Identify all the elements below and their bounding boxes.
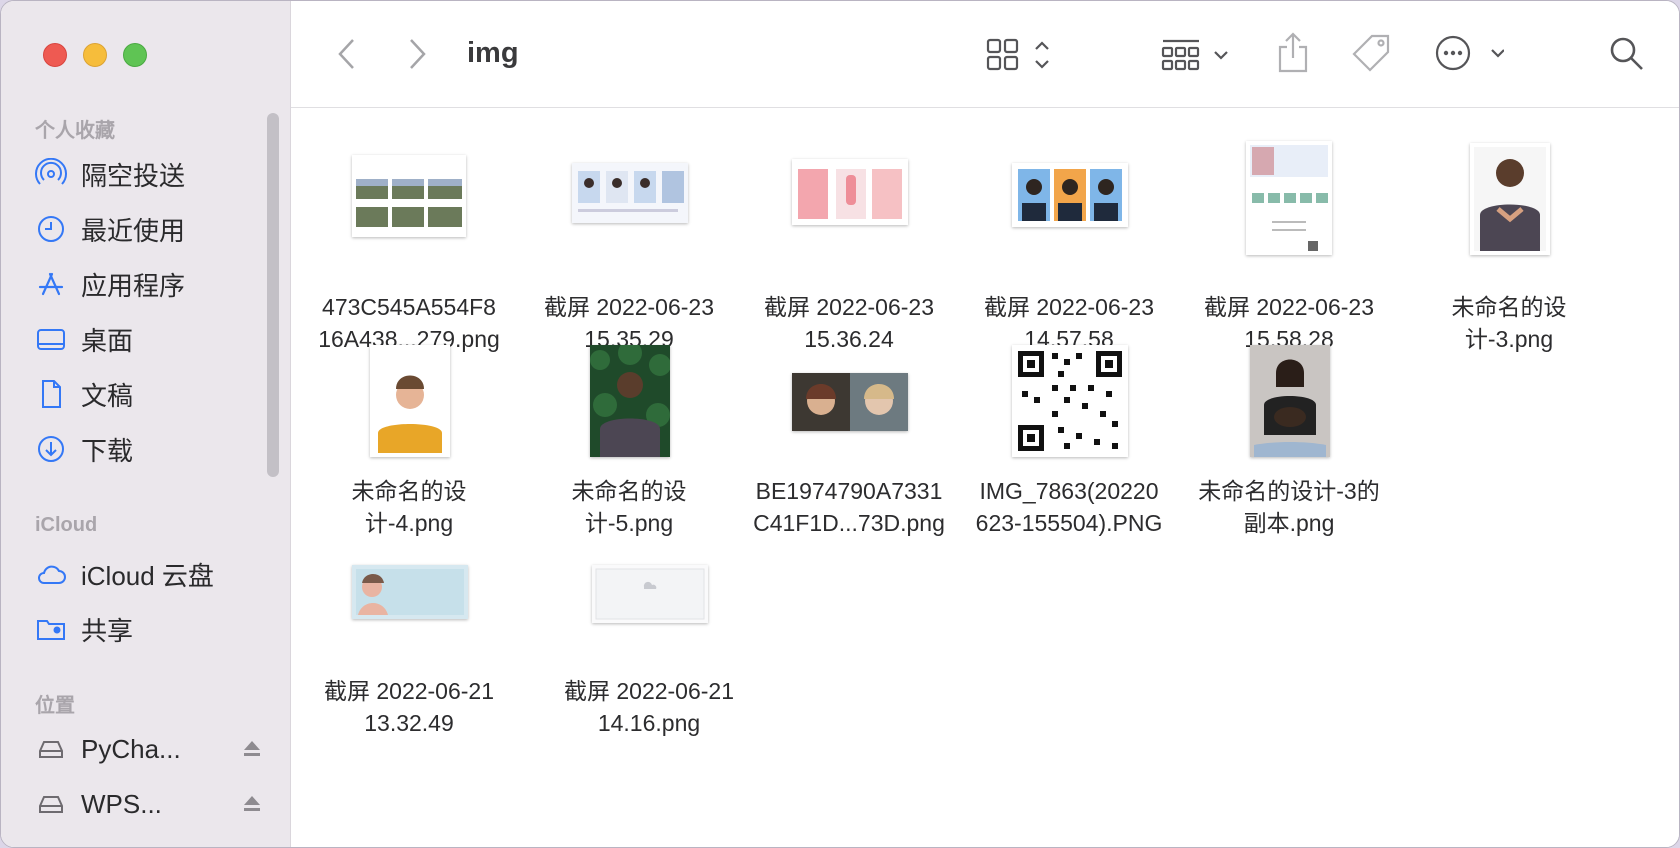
tag-icon xyxy=(1352,34,1390,72)
airdrop-icon xyxy=(35,158,67,185)
file-item[interactable]: 截屏 2022-06-23 15.35.29 xyxy=(524,141,734,352)
file-item[interactable]: 未命名的设 计-4.png xyxy=(304,345,514,545)
document-icon xyxy=(42,380,61,408)
sidebar-item-downloads[interactable]: 下载 xyxy=(35,426,265,472)
image-thumbnail xyxy=(352,155,466,237)
sidebar-item-icloud-drive[interactable]: iCloud 云盘 xyxy=(35,551,265,597)
search-icon xyxy=(1610,37,1643,70)
file-item[interactable]: 未命名的设 计-5.png xyxy=(524,345,734,545)
applications-icon xyxy=(38,272,64,296)
back-button[interactable] xyxy=(335,37,359,71)
file-item[interactable]: 截屏 2022-06-23 15.58.28 xyxy=(1184,141,1394,352)
sidebar-item-label: 共享 xyxy=(81,615,134,646)
file-item[interactable]: 未命名的设 计-3.png xyxy=(1404,141,1614,352)
image-thumbnail xyxy=(1470,143,1550,255)
drive-icon xyxy=(39,741,63,758)
sidebar-item-recents[interactable]: 最近使用 xyxy=(35,206,265,252)
share-button[interactable] xyxy=(1276,31,1310,73)
file-name: 截屏 2022-06-21 14.16.png xyxy=(563,678,735,736)
sidebar-item-label: WPS... xyxy=(81,788,162,819)
file-name: BE1974790A7331 C41F1D...73D.png xyxy=(753,478,945,536)
clock-icon xyxy=(38,216,64,242)
image-thumbnail xyxy=(590,345,670,457)
search-button[interactable] xyxy=(1609,36,1645,72)
sidebar-item-applications[interactable]: 应用程序 xyxy=(35,261,265,307)
desktop-icon xyxy=(37,329,65,350)
sidebar-item-desktop[interactable]: 桌面 xyxy=(35,316,265,362)
image-thumbnail xyxy=(1012,163,1128,227)
sidebar-item-label: 应用程序 xyxy=(81,270,186,301)
folder-title: img xyxy=(467,37,519,69)
sidebar: 个人收藏 隔空投送 最近使用 应用程序 桌面 文稿 下载 iCloud iClo… xyxy=(1,1,291,847)
file-name: 未命名的设 计-3.png xyxy=(1451,294,1567,352)
sidebar-section-icloud: iCloud xyxy=(35,514,98,536)
more-actions-button[interactable] xyxy=(1434,34,1504,72)
chevron-right-icon xyxy=(410,39,426,69)
sidebar-section-favorites: 个人收藏 xyxy=(35,120,115,142)
image-thumbnail xyxy=(1246,141,1332,255)
file-name: 未命名的设计-3的 副本.png xyxy=(1198,478,1380,536)
download-icon xyxy=(38,436,64,462)
toolbar: img xyxy=(291,1,1679,108)
sidebar-item-airdrop[interactable]: 隔空投送 xyxy=(35,151,265,197)
file-item[interactable]: 未命名的设计-3的 副本.png xyxy=(1184,345,1394,545)
file-item[interactable]: 截屏 2022-06-21 13.32.49 xyxy=(304,559,514,759)
image-thumbnail xyxy=(352,565,468,619)
sidebar-item-documents[interactable]: 文稿 xyxy=(35,371,265,417)
eject-icon[interactable] xyxy=(239,791,265,817)
group-by-button[interactable] xyxy=(1161,37,1241,73)
group-view-icon xyxy=(1161,39,1228,71)
chevron-left-icon xyxy=(338,39,354,69)
image-thumbnail xyxy=(792,373,908,431)
window-controls xyxy=(43,43,147,67)
minimize-window-button[interactable] xyxy=(83,43,107,67)
file-grid: 473C545A554F8 16A438...279.png 截屏 2022-0… xyxy=(291,109,1679,847)
file-item[interactable]: 截屏 2022-06-21 14.16.png xyxy=(544,559,754,759)
sidebar-item-label: 桌面 xyxy=(81,325,134,356)
image-thumbnail xyxy=(592,565,708,623)
image-thumbnail xyxy=(1250,345,1330,457)
tag-button[interactable] xyxy=(1351,34,1393,72)
sidebar-item-label: 文稿 xyxy=(81,380,134,411)
close-window-button[interactable] xyxy=(43,43,67,67)
icon-view-icon xyxy=(986,38,1049,71)
sidebar-item-wps-volume[interactable]: WPS... xyxy=(35,781,265,827)
sidebar-item-label: 最近使用 xyxy=(81,215,186,246)
sidebar-scrollbar[interactable] xyxy=(267,113,279,477)
file-name: 未命名的设 计-5.png xyxy=(571,478,687,536)
share-icon xyxy=(1278,32,1308,73)
file-item[interactable]: IMG_7863(20220 623-155504).PNG xyxy=(964,345,1174,545)
ellipsis-circle-icon xyxy=(1435,35,1504,71)
cloud-icon xyxy=(38,565,66,584)
sidebar-section-locations: 位置 xyxy=(35,695,75,717)
sidebar-item-shared[interactable]: 共享 xyxy=(35,606,265,652)
forward-button[interactable] xyxy=(405,37,429,71)
image-thumbnail xyxy=(370,345,450,457)
file-item[interactable]: BE1974790A7331 C41F1D...73D.png xyxy=(744,345,954,545)
sidebar-item-label: PyCha... xyxy=(81,733,181,764)
shared-folder-icon xyxy=(37,620,65,640)
view-mode-button[interactable] xyxy=(986,37,1056,73)
sidebar-item-pycharm-volume[interactable]: PyCha... xyxy=(35,726,265,772)
drive-icon xyxy=(39,796,63,813)
sidebar-item-label: 隔空投送 xyxy=(81,160,186,191)
image-thumbnail xyxy=(792,159,908,225)
file-item[interactable]: 截屏 2022-06-23 14.57.58 xyxy=(964,141,1174,352)
file-name: IMG_7863(20220 623-155504).PNG xyxy=(975,478,1163,536)
image-thumbnail xyxy=(1012,345,1128,457)
image-thumbnail xyxy=(572,163,688,223)
file-item[interactable]: 截屏 2022-06-23 15.36.24 xyxy=(744,141,954,352)
file-item[interactable]: 473C545A554F8 16A438...279.png xyxy=(304,141,514,352)
eject-icon[interactable] xyxy=(239,736,265,762)
maximize-window-button[interactable] xyxy=(123,43,147,67)
sidebar-item-label: 下载 xyxy=(81,435,134,466)
file-name: 未命名的设 计-4.png xyxy=(351,478,467,536)
sidebar-item-label: iCloud 云盘 xyxy=(81,560,214,591)
finder-window: 个人收藏 隔空投送 最近使用 应用程序 桌面 文稿 下载 iCloud iClo… xyxy=(0,0,1680,848)
file-name: 截屏 2022-06-21 13.32.49 xyxy=(323,678,495,736)
